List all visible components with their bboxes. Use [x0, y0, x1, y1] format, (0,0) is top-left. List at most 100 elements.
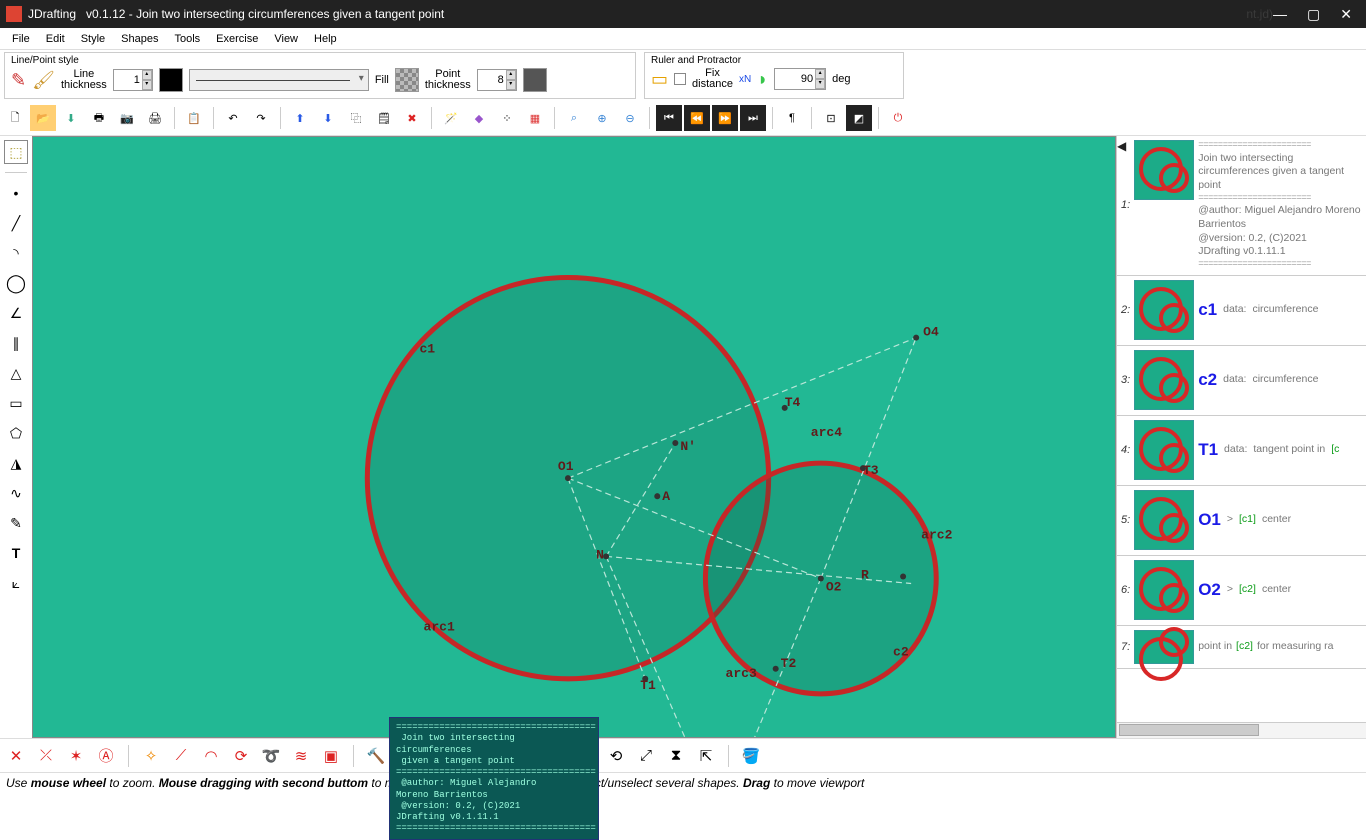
at-tool[interactable]: Ⓐ — [94, 744, 118, 768]
ruler-icon[interactable]: ▭ — [651, 69, 668, 90]
history-item[interactable]: 6: O2 > [c2] center — [1117, 556, 1366, 626]
invert-button[interactable]: ◩ — [846, 105, 872, 131]
circle-tool[interactable]: ◯ — [4, 271, 28, 295]
minimize-button[interactable]: — — [1273, 6, 1287, 23]
move-down-button[interactable]: ⬇ — [315, 105, 341, 131]
fix-distance-checkbox[interactable] — [674, 73, 686, 85]
new-file-button[interactable]: 🗋 — [2, 105, 28, 131]
history-item[interactable]: 2: c1 data: circumference — [1117, 276, 1366, 346]
line-color-swatch[interactable] — [159, 68, 183, 92]
paint-bucket-tool[interactable]: 🪣 — [739, 744, 763, 768]
move-up-button[interactable]: ⬆ — [287, 105, 313, 131]
collapse-side-button[interactable]: ◀ — [1117, 139, 1129, 153]
history-item[interactable]: 7: point in [c2] for measuring ra — [1117, 626, 1366, 669]
history-item[interactable]: 5: O1 > [c1] center — [1117, 486, 1366, 556]
scale-tool[interactable]: ⤢ — [634, 744, 658, 768]
line-thickness-label: Line thickness — [61, 69, 107, 91]
canvas[interactable]: c1 c2 arc1 arc2 arc3 arc4 O1 O2 O3 O4 T1… — [33, 137, 1115, 737]
menu-edit[interactable]: Edit — [38, 31, 73, 47]
spiral-tool[interactable]: ➰ — [259, 744, 283, 768]
wave-tool[interactable]: ≋ — [289, 744, 313, 768]
paste-button[interactable]: 📋 — [181, 105, 207, 131]
save-button[interactable]: ⬇ — [58, 105, 84, 131]
history-item[interactable]: 1: ======================= Join two inte… — [1117, 136, 1366, 276]
zoom-in-button[interactable]: ⊕ — [589, 105, 615, 131]
arc3-tool[interactable]: ◠ — [199, 744, 223, 768]
layers-button[interactable]: ◆ — [466, 105, 492, 131]
power-button[interactable]: ⏻ — [885, 105, 911, 131]
info-box: ===================================== Jo… — [389, 717, 599, 840]
freehand-tool[interactable]: ✎ — [4, 511, 28, 535]
snapshot-button[interactable]: 📷 — [114, 105, 140, 131]
eyedropper-icon[interactable]: ✎ — [11, 70, 26, 91]
menu-shapes[interactable]: Shapes — [113, 31, 166, 47]
mirror-tool[interactable]: ⧗ — [664, 744, 688, 768]
text-tool[interactable]: T — [4, 541, 28, 565]
print-button[interactable]: 🖨 — [142, 105, 168, 131]
open-file-button[interactable]: 📂 — [30, 105, 56, 131]
hammer-tool[interactable]: 🔨 — [364, 744, 388, 768]
menu-view[interactable]: View — [266, 31, 306, 47]
xn-link[interactable]: xN — [739, 74, 751, 85]
bounds-tool[interactable]: ▣ — [319, 744, 343, 768]
undo-button[interactable]: ↶ — [220, 105, 246, 131]
menu-file[interactable]: File — [4, 31, 38, 47]
maximize-button[interactable]: ▢ — [1307, 6, 1320, 23]
arc-tool[interactable]: ◝ — [4, 241, 28, 265]
trim-tool[interactable]: ✕ — [4, 744, 28, 768]
menu-exercise[interactable]: Exercise — [208, 31, 266, 47]
side-scrollbar[interactable] — [1117, 722, 1366, 738]
main-toolbar: 🗋 📂 ⬇ 🖶 📷 🖨 📋 ↶ ↷ ⬆ ⬇ ⿻ 🗒 ✖ 🪄 ◆ ⁘ ▦ ⌕ ⊕ … — [0, 101, 1366, 136]
selection-tool[interactable]: ⬚ — [4, 140, 28, 164]
zoom-out-button[interactable]: ⊖ — [617, 105, 643, 131]
mark-button[interactable]: ▦ — [522, 105, 548, 131]
intersect-tool[interactable]: ✶ — [64, 744, 88, 768]
cone-tool[interactable]: ◮ — [4, 451, 28, 475]
point-tool[interactable]: • — [4, 181, 28, 205]
polygon-tool[interactable]: ⬠ — [4, 421, 28, 445]
notes-button[interactable]: 🗒 — [371, 105, 397, 131]
last-button[interactable]: ⏭ — [740, 105, 766, 131]
history-text: ======================= Join two interse… — [1198, 140, 1362, 271]
brush-icon[interactable]: 🖌 — [32, 70, 55, 91]
zoom-fit-button[interactable]: ⌕ — [561, 105, 587, 131]
fill-label: Fill — [375, 74, 389, 86]
delete-button[interactable]: ✖ — [399, 105, 425, 131]
menu-tools[interactable]: Tools — [166, 31, 208, 47]
spline-tool[interactable]: ∿ — [4, 481, 28, 505]
segment-tool[interactable]: ⟋ — [169, 744, 193, 768]
fill-swatch[interactable] — [395, 68, 419, 92]
history-item[interactable]: 3: c2 data: circumference — [1117, 346, 1366, 416]
rectangle-tool[interactable]: ▭ — [4, 391, 28, 415]
protractor-icon[interactable]: ◗ — [757, 69, 768, 90]
point-on-tool[interactable]: ✧ — [139, 744, 163, 768]
measure-tool[interactable]: ⟀ — [4, 571, 28, 595]
grid-button[interactable]: ⊡ — [818, 105, 844, 131]
spray-button[interactable]: ⁘ — [494, 105, 520, 131]
panel-title: Ruler and Protractor — [651, 55, 897, 66]
angle-tool[interactable]: ∠ — [4, 301, 28, 325]
menu-help[interactable]: Help — [306, 31, 345, 47]
menu-style[interactable]: Style — [73, 31, 113, 47]
history-item[interactable]: 4: T1 data: tangent point in [c — [1117, 416, 1366, 486]
point-color-swatch[interactable] — [523, 68, 547, 92]
skew-tool[interactable]: ⇱ — [694, 744, 718, 768]
first-button[interactable]: ⏮ — [656, 105, 682, 131]
triangle-tool[interactable]: △ — [4, 361, 28, 385]
pilcrow-button[interactable]: ¶ — [779, 105, 805, 131]
rotate-tool[interactable]: ⟲ — [604, 744, 628, 768]
redo-button[interactable]: ↷ — [248, 105, 274, 131]
next-button[interactable]: ⏩ — [712, 105, 738, 131]
export-button[interactable]: 🖶 — [86, 105, 112, 131]
parallel-tool[interactable]: ∥ — [4, 331, 28, 355]
extend-tool[interactable]: ⤫ — [34, 744, 58, 768]
color-tool-button[interactable]: 🪄 — [438, 105, 464, 131]
prev-button[interactable]: ⏪ — [684, 105, 710, 131]
line-style-dropdown[interactable] — [189, 69, 369, 91]
copy-button[interactable]: ⿻ — [343, 105, 369, 131]
close-button[interactable]: ✕ — [1340, 6, 1352, 23]
arc-center-tool[interactable]: ⟳ — [229, 744, 253, 768]
label-r: R — [861, 567, 869, 582]
history-index: 1: — [1121, 199, 1130, 211]
line-tool[interactable]: ╱ — [4, 211, 28, 235]
